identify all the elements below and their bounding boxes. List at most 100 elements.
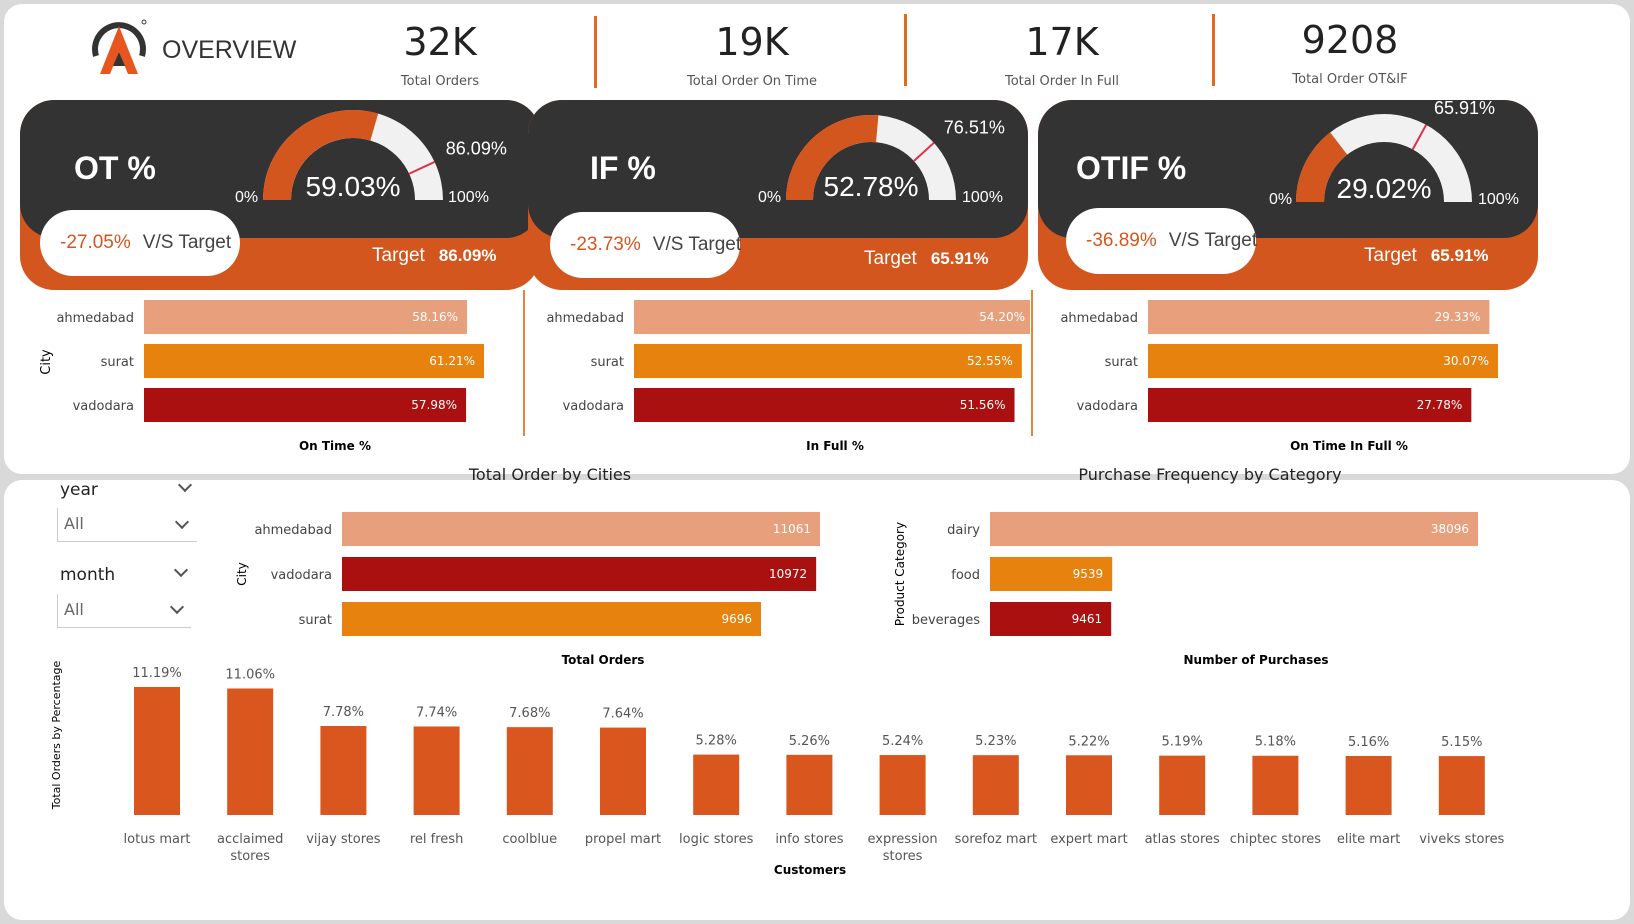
kpi-otif-label: Total Order OT&IF [1292,72,1408,87]
page-title: OVERVIEW [162,36,297,64]
if-card: IF % 52.78% 0% 100% 76.51% -23.73% V/S Ta… [528,100,1028,290]
category-label: surat [101,355,134,370]
customer-bar[interactable] [506,727,553,815]
target-label: Target [1364,245,1417,266]
target-text: Target 65.91% [864,248,988,270]
vs-target-label: V/S Target [652,234,742,255]
data-label: 11061 [773,522,811,536]
customer-bar[interactable] [320,726,367,815]
category-label: stores [230,849,270,864]
gauge-value: 29.02% [1337,173,1432,204]
gauge-value: 52.78% [824,171,919,202]
category-label: dairy [947,523,980,538]
customer-bar[interactable] [693,754,740,815]
kpi-otif-value: 9208 [1301,18,1399,62]
kpi-on-time-label: Total Order On Time [687,74,817,89]
category-label: vadodara [563,399,624,414]
data-label: 5.19% [1162,735,1203,750]
customer-bar[interactable] [972,755,1019,815]
data-label: 5.22% [1068,734,1109,749]
customer-bar[interactable] [134,687,180,815]
bar-vadodara[interactable] [634,388,1015,422]
bar-ahmedabad[interactable] [634,300,1030,334]
customer-bar[interactable] [600,727,646,815]
vs-target-label: V/S Target [1168,230,1258,251]
otif-card: OTIF % 29.02% 0% 100% 65.91% -36.89% V/S … [1038,100,1538,290]
gauge-min: 0% [235,189,258,206]
bar-vadodara[interactable] [342,557,817,591]
data-label: 5.24% [882,734,923,749]
data-label: 5.16% [1348,735,1389,750]
gauge-target-label: 76.51% [944,117,1005,137]
customer-bar[interactable] [413,726,460,815]
category-label: ahmedabad [546,311,624,326]
data-label: 7.78% [323,705,364,720]
data-label: 7.68% [509,706,550,721]
data-label: 9539 [1073,567,1104,581]
target-value: 65.91% [1430,246,1489,265]
data-label: 5.23% [975,734,1016,749]
kpi-total-orders-value: 32K [403,20,477,64]
category-label: beverages [912,613,981,628]
gauge-value: 59.03% [306,171,401,202]
category-label: sorefoz mart [955,832,1037,847]
category-label: chiptec stores [1230,832,1322,847]
kpi-total-orders-label: Total Orders [400,74,480,89]
gauge-min: 0% [1269,191,1292,208]
data-label: 9696 [721,612,752,626]
category-label: vadodara [73,399,134,414]
customer-bar[interactable] [1345,755,1392,815]
year-slicer-label: year [60,480,98,500]
category-label: vadodara [271,568,332,583]
target-text: Target 65.91% [1364,245,1488,267]
customer-bar[interactable] [1438,756,1485,815]
category-label: atlas stores [1145,832,1220,847]
data-label: 52.55% [967,354,1013,368]
kpi-divider [904,14,907,86]
customer-bar[interactable] [1066,755,1112,815]
category-label: surat [1105,355,1138,370]
bar-surat[interactable] [634,344,1022,378]
on-time-by-city-chart: City On Time % ahmedabad 58.16% surat 61.21… [39,300,484,453]
customer-bar[interactable] [786,754,833,815]
gauge-target-label: 86.09% [446,139,507,159]
customer-bar[interactable] [227,688,274,815]
kpi-on-time-value: 19K [715,20,789,64]
customer-bar[interactable] [879,755,926,815]
target-text: Target 86.09% [372,245,496,267]
in-full-by-city-chart: In Full % ahmedabad 54.20% surat 52.55% vado… [546,300,1030,453]
delta-value: -27.05% [60,232,131,253]
category-label: expert mart [1050,832,1127,847]
gauge-target-label: 65.91% [1434,100,1495,118]
category-label: ahmedabad [254,523,332,538]
data-label: 58.16% [412,310,458,324]
data-label: 7.74% [416,705,457,720]
vs-target-pill: -23.73% V/S Target [550,212,742,278]
year-dropdown[interactable]: All [57,508,197,542]
gauge-max: 100% [1478,191,1519,208]
bar-ahmedabad[interactable] [342,512,820,546]
category-label: vadodara [1077,399,1138,414]
data-label: 61.21% [429,354,475,368]
x-axis-title: On Time In Full % [1290,439,1408,453]
customers-orders-chart: Total Orders by Percentage Customers 11.… [50,660,1505,877]
customer-bar[interactable] [1252,755,1299,815]
category-label: surat [299,613,332,628]
cities-chart-title: Total Order by Cities [468,465,632,484]
data-label: 30.07% [1443,354,1489,368]
target-value: 86.09% [438,246,497,265]
data-label: 7.64% [602,707,643,722]
category-label: expression [868,832,938,847]
month-dropdown[interactable]: All [57,594,191,628]
data-label: 5.28% [696,734,737,749]
gauge-min: 0% [758,189,781,206]
customer-bar[interactable] [1159,755,1206,815]
target-label: Target [372,245,425,266]
y-axis-title: City [235,562,249,586]
bar-surat[interactable] [342,602,762,636]
category-chart-title: Purchase Frequency by Category [1078,465,1342,484]
vs-target-pill: -36.89% V/S Target [1066,208,1258,274]
category-label: food [951,568,980,583]
data-label: 11.06% [225,667,275,682]
bar-dairy[interactable] [990,512,1478,546]
